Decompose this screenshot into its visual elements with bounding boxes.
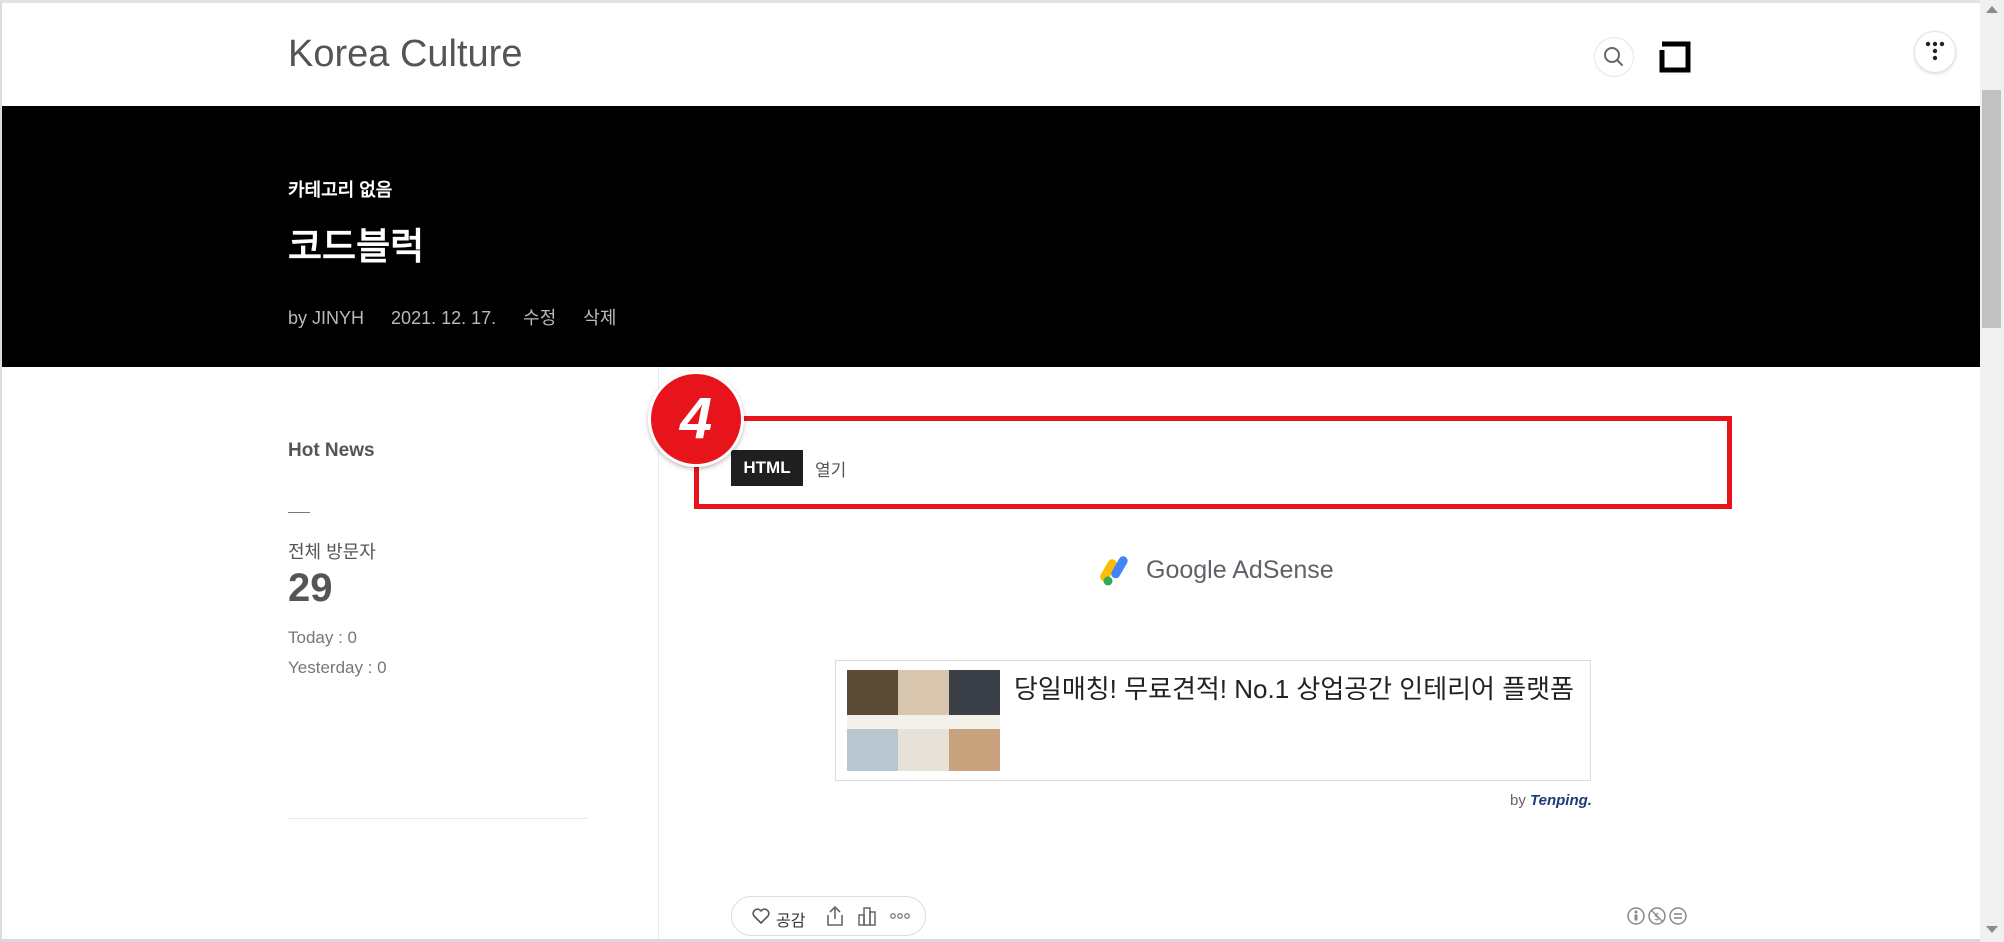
- ad-title[interactable]: 당일매칭! 무료견적! No.1 상업공간 인테리어 플랫폼: [1014, 669, 1574, 710]
- ad-provider-credit[interactable]: by Tenping.: [1510, 792, 1592, 809]
- menu-button[interactable]: [1659, 41, 1691, 73]
- blog-header: Korea Culture: [2, 3, 1980, 106]
- html-code-button[interactable]: HTML: [731, 450, 803, 486]
- adsense-product-text: AdSense: [1232, 556, 1334, 584]
- search-button[interactable]: [1594, 37, 1634, 77]
- vertical-scrollbar[interactable]: [1980, 0, 2004, 942]
- post-author: by JINYH: [288, 308, 365, 328]
- scroll-down-arrow-icon[interactable]: [1986, 926, 1998, 933]
- annotation-step-badge: 4: [648, 371, 744, 467]
- site-title[interactable]: Korea Culture: [288, 33, 522, 76]
- adsense-wordmark: Google AdSense: [1146, 556, 1334, 585]
- adsense-logo-icon: [1100, 556, 1128, 586]
- sidebar-bottom-divider: [288, 818, 588, 819]
- annotation-highlight-box: [694, 416, 1732, 509]
- tistory-t-icon: [1925, 41, 1945, 61]
- code-open-toggle[interactable]: 열기: [815, 456, 846, 481]
- post-title: 코드블럭: [288, 226, 425, 267]
- delete-link[interactable]: 삭제: [583, 308, 616, 328]
- sidebar-dash-divider: [288, 512, 310, 513]
- post-action-bar: 공감: [731, 896, 926, 936]
- more-icon[interactable]: [889, 905, 911, 927]
- hot-news-heading: Hot News: [288, 440, 375, 461]
- post-date: 2021. 12. 17.: [391, 308, 497, 328]
- ad-card[interactable]: 당일매칭! 무료견적! No.1 상업공간 인테리어 플랫폼: [835, 660, 1591, 781]
- column-divider: [658, 367, 659, 939]
- ad-by-label: by: [1510, 792, 1526, 809]
- menu-square-icon: [1659, 41, 1691, 73]
- ad-provider-name: Tenping.: [1530, 792, 1592, 809]
- today-visitors: Today : 0: [288, 628, 357, 647]
- creative-commons-icons[interactable]: $: [1627, 906, 1687, 926]
- adsense-google-text: Google: [1146, 556, 1227, 584]
- ad-thumbnail-image: [847, 670, 1000, 771]
- total-visitors-count: 29: [288, 566, 333, 610]
- share-icon[interactable]: [825, 905, 845, 927]
- stats-icon[interactable]: [856, 905, 878, 927]
- scrollbar-thumb[interactable]: [1982, 90, 2001, 328]
- yesterday-visitors: Yesterday : 0: [288, 658, 387, 677]
- like-label[interactable]: 공감: [776, 907, 805, 931]
- heart-icon[interactable]: [752, 908, 770, 924]
- search-icon: [1604, 47, 1623, 66]
- post-meta: by JINYH 2021. 12. 17. 수정 삭제: [288, 304, 638, 330]
- edit-link[interactable]: 수정: [523, 308, 556, 328]
- post-hero: 카테고리 없음 코드블럭 by JINYH 2021. 12. 17. 수정 삭…: [2, 106, 1980, 367]
- scroll-up-arrow-icon[interactable]: [1986, 6, 1998, 13]
- tistory-button[interactable]: [1914, 31, 1956, 73]
- total-visitors-label: 전체 방문자: [288, 542, 376, 562]
- post-category[interactable]: 카테고리 없음: [288, 176, 392, 202]
